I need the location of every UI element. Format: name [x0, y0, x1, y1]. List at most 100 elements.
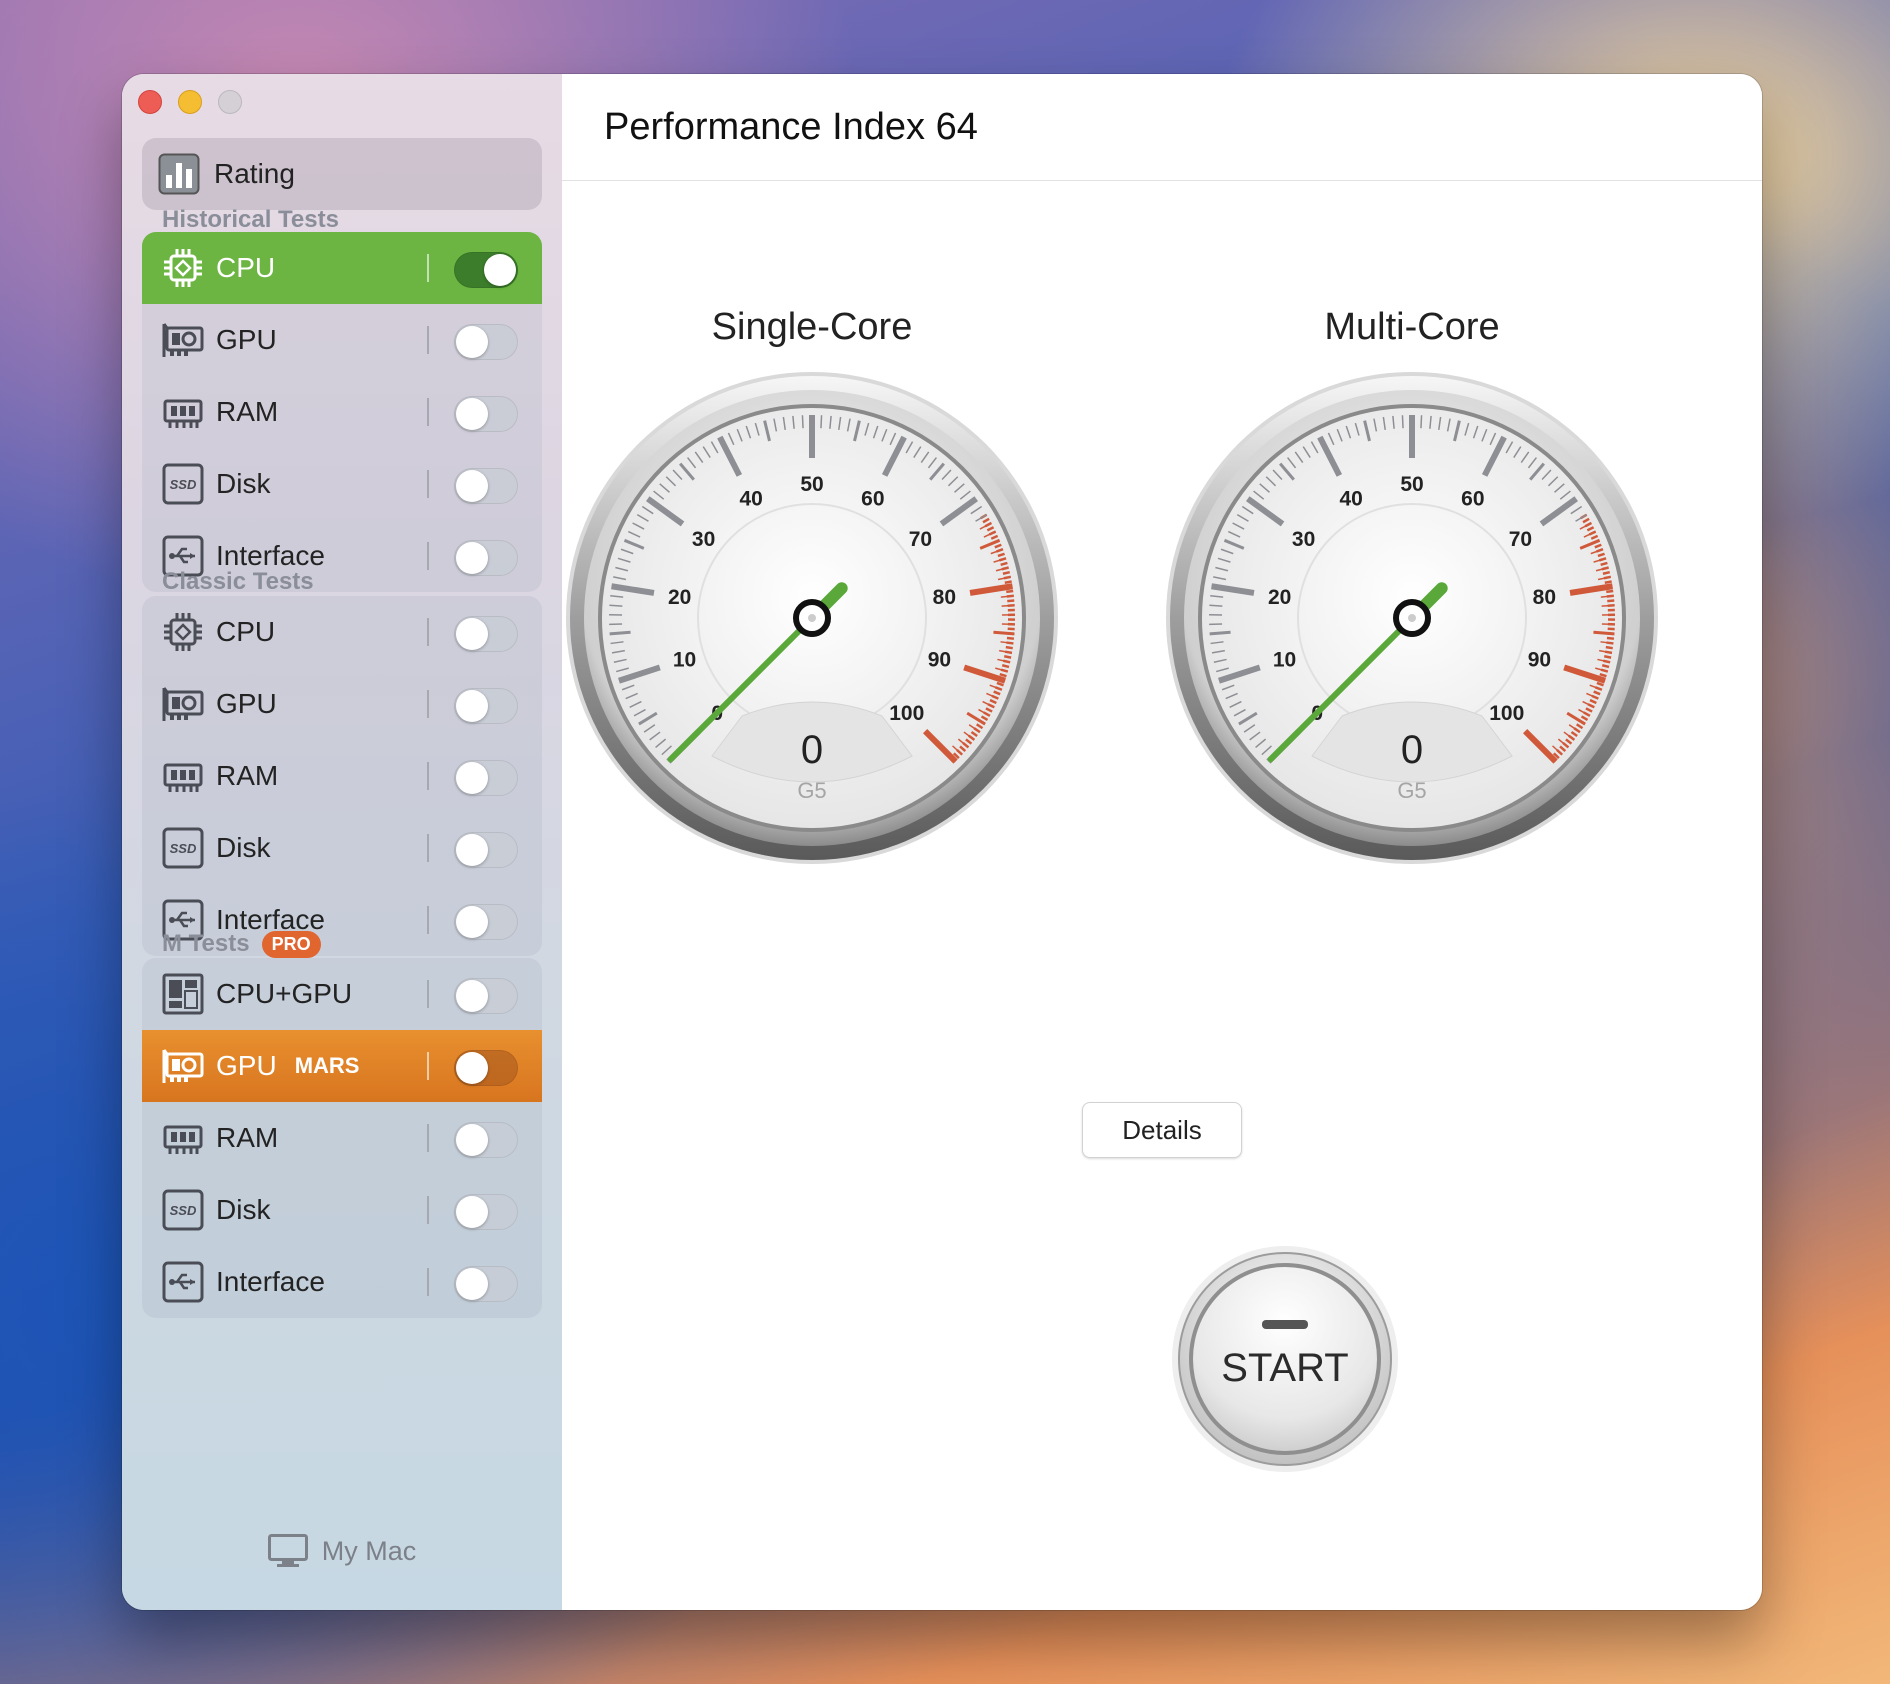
zoom-button[interactable]: [218, 90, 242, 114]
ram-icon: [162, 391, 204, 433]
toggle-switch[interactable]: [454, 1194, 518, 1230]
sidebar-item-disk[interactable]: SSD Disk: [142, 1174, 542, 1246]
sidebar-item-cpu-gpu[interactable]: CPU+GPU: [142, 958, 542, 1030]
section-title: M Tests PRO: [162, 930, 321, 958]
divider: [427, 1052, 429, 1080]
test-group: CPU GPU RAM SSD Disk Interface: [142, 232, 542, 592]
sidebar-item-ram[interactable]: RAM: [142, 740, 542, 812]
divider: [427, 906, 429, 934]
section-title-label: Classic Tests: [162, 568, 314, 595]
toggle-switch[interactable]: [454, 396, 518, 432]
tick-label: 60: [1461, 488, 1484, 511]
sidebar-item-ram[interactable]: RAM: [142, 1102, 542, 1174]
sidebar-item-rating[interactable]: Rating: [142, 138, 542, 210]
needle-hub-center: [808, 614, 816, 622]
toggle-switch[interactable]: [454, 1050, 518, 1086]
ssd-icon: SSD: [162, 1189, 204, 1231]
sidebar-item-cpu[interactable]: CPU: [142, 232, 542, 304]
sidebar: Rating Historical Tests CPU GPU RAM SSD Disk I…: [122, 74, 562, 1610]
sidebar-item-label: CPU: [216, 616, 276, 647]
toggle-switch[interactable]: [454, 540, 518, 576]
toggle-knob: [456, 906, 488, 938]
tick-label: 60: [861, 488, 884, 511]
gpu-icon: [162, 319, 204, 361]
redline-band: [1006, 589, 1014, 594]
ssd-icon: SSD: [162, 827, 204, 869]
sidebar-item-label: RAM: [216, 396, 279, 427]
tick-label: 40: [739, 488, 762, 511]
toggle-switch[interactable]: [454, 324, 518, 360]
redline-band: [1005, 645, 1013, 650]
my-mac-label: My Mac: [321, 1535, 417, 1566]
toggle-switch[interactable]: [454, 904, 518, 940]
sidebar-item-my-mac[interactable]: My Mac: [122, 1534, 562, 1568]
sidebar-item-label: GPU: [216, 688, 277, 719]
ram-icon: [162, 755, 204, 797]
minimize-button[interactable]: [178, 90, 202, 114]
tick-label: 90: [1528, 648, 1551, 671]
multi-core-gauge: 01020304050607080901000G5: [1166, 372, 1658, 864]
toggle-switch[interactable]: [454, 1266, 518, 1302]
page-title: Performance Index 64: [562, 74, 1762, 181]
minor-tick: [801, 415, 804, 429]
toggle-knob: [456, 326, 488, 358]
redline-band: [1007, 599, 1015, 603]
divider: [427, 1268, 429, 1296]
sidebar-item-ram[interactable]: RAM: [142, 376, 542, 448]
divider: [427, 398, 429, 426]
toggle-switch[interactable]: [454, 760, 518, 796]
gpu-icon: [162, 1045, 204, 1087]
svg-text:SSD: SSD: [170, 1203, 197, 1218]
redline-band: [1606, 636, 1615, 640]
tick-label: 10: [1273, 648, 1296, 671]
sidebar-item-disk[interactable]: SSD Disk: [142, 812, 542, 884]
sidebar-item-cpu[interactable]: CPU: [142, 596, 542, 668]
start-button[interactable]: START: [1170, 1244, 1400, 1474]
tick-label: 70: [909, 528, 932, 551]
minor-tick: [1209, 630, 1231, 636]
main-panel: Performance Index 64 Single-Core Multi-C…: [562, 74, 1762, 1610]
sidebar-item-gpu[interactable]: GPU: [142, 304, 542, 376]
redline-band: [1604, 580, 1612, 585]
gauge-unit: G5: [1397, 778, 1426, 803]
toggle-knob: [456, 470, 488, 502]
tick-label: 70: [1509, 528, 1532, 551]
sidebar-item-disk[interactable]: SSD Disk: [142, 448, 542, 520]
minor-tick: [609, 630, 631, 636]
window-controls: [138, 90, 242, 114]
toggle-knob: [456, 1052, 488, 1084]
minor-tick: [1401, 415, 1404, 429]
sidebar-item-label: GPU: [216, 324, 277, 355]
sidebar-item-interface[interactable]: Interface: [142, 1246, 542, 1318]
details-button[interactable]: Details: [1082, 1102, 1242, 1158]
cpu-icon: [162, 247, 204, 289]
ssd-icon: SSD: [162, 463, 204, 505]
toggle-knob: [456, 1196, 488, 1228]
ram-icon: [162, 1117, 204, 1159]
sidebar-item-gpu[interactable]: GPU MARS: [142, 1030, 542, 1102]
toggle-switch[interactable]: [454, 616, 518, 652]
toggle-switch[interactable]: [454, 468, 518, 504]
minor-tick: [1209, 604, 1223, 607]
close-button[interactable]: [138, 90, 162, 114]
monitor-icon: [267, 1534, 308, 1567]
toggle-switch[interactable]: [454, 688, 518, 724]
toggle-switch[interactable]: [454, 1122, 518, 1158]
section-title: Historical Tests: [162, 206, 339, 234]
tick-label: 20: [1268, 586, 1291, 609]
tick-label: 80: [1533, 586, 1556, 609]
mars-badge: MARS: [294, 1043, 360, 1091]
sidebar-item-gpu[interactable]: GPU: [142, 668, 542, 740]
app-window: Rating Historical Tests CPU GPU RAM SSD Disk I…: [122, 74, 1762, 1610]
toggle-knob: [456, 398, 488, 430]
pro-badge: PRO: [261, 930, 321, 958]
toggle-knob: [456, 1268, 488, 1300]
divider: [427, 762, 429, 790]
toggle-knob: [456, 690, 488, 722]
toggle-knob: [456, 834, 488, 866]
divider: [427, 1124, 429, 1152]
toggle-switch[interactable]: [454, 832, 518, 868]
sidebar-item-label: RAM: [216, 760, 279, 791]
toggle-switch[interactable]: [454, 252, 518, 288]
toggle-switch[interactable]: [454, 978, 518, 1014]
